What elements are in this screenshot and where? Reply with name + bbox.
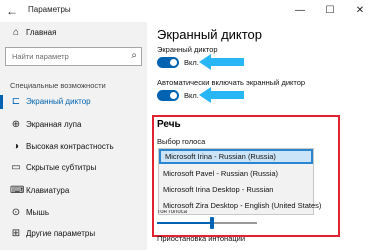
magnifier-icon: ⊕ xyxy=(11,119,21,130)
slider-fill xyxy=(157,222,212,224)
narrator-icon: ⊏ xyxy=(11,96,21,107)
sidebar-item-other[interactable]: ⊞ Другие параметры xyxy=(0,227,147,241)
search-placeholder: Найти параметр xyxy=(12,52,69,61)
sidebar-item-label: Клавиатура xyxy=(26,186,70,195)
sidebar-item-magnifier[interactable]: ⊕ Экранная лупа xyxy=(0,118,147,132)
minimize-icon[interactable]: — xyxy=(285,0,315,22)
sidebar-item-label: Экранная лупа xyxy=(26,120,82,129)
pointer-arrow-icon xyxy=(199,87,244,103)
pointer-arrow-icon xyxy=(199,54,244,70)
sidebar-item-home[interactable]: ⌂ Главная xyxy=(0,26,147,40)
sidebar: ⌂ Главная Найти параметр ⌕ Специальные в… xyxy=(0,22,147,250)
voice-select-label: Выбор голоса xyxy=(157,137,206,146)
voice-option[interactable]: Microsoft Irina - Russian (Russia) xyxy=(159,149,313,164)
sidebar-item-label: Высокая контрастность xyxy=(26,142,114,151)
intonation-label: Приостановка интонации xyxy=(157,234,246,243)
sidebar-item-mouse[interactable]: ⊙ Мышь xyxy=(0,206,147,220)
narrator-toggle-state: Вкл. xyxy=(184,58,199,67)
voice-dropdown-list[interactable]: Microsoft Irina - Russian (Russia) Micro… xyxy=(158,148,321,215)
narrator-toggle[interactable] xyxy=(157,57,179,68)
title-bar: ← Параметры — ☐ ✕ xyxy=(0,0,375,22)
search-icon[interactable]: ⌕ xyxy=(131,50,137,61)
page-title: Экранный диктор xyxy=(157,27,263,42)
toggle-knob xyxy=(170,59,177,66)
toggle-knob xyxy=(170,92,177,99)
main-pane: Экранный диктор Экранный диктор Вкл. Авт… xyxy=(147,22,375,250)
auto-start-toggle-state: Вкл. xyxy=(184,91,199,100)
sidebar-item-label: Главная xyxy=(26,28,57,37)
active-indicator xyxy=(0,95,3,109)
sidebar-item-label: Скрытые субтитры xyxy=(26,163,97,172)
other-settings-icon: ⊞ xyxy=(11,228,21,239)
sidebar-item-captions[interactable]: ▭ Скрытые субтитры xyxy=(0,161,147,175)
pitch-label: Тон голоса xyxy=(157,210,188,215)
pitch-slider[interactable] xyxy=(157,217,257,229)
captions-icon: ▭ xyxy=(11,162,21,173)
search-input[interactable]: Найти параметр ⌕ xyxy=(5,47,142,66)
voice-option[interactable]: Microsoft Irina Desktop - Russian xyxy=(159,182,313,197)
contrast-icon: ◑ xyxy=(12,141,20,152)
auto-start-toggle[interactable] xyxy=(157,90,179,101)
section-label: Специальные возможности xyxy=(10,81,106,90)
speech-heading: Речь xyxy=(157,119,181,130)
voice-option[interactable]: Microsoft Pavel - Russian (Russia) xyxy=(159,166,313,181)
close-icon[interactable]: ✕ xyxy=(345,0,375,22)
sidebar-item-label: Мышь xyxy=(26,208,49,217)
home-icon: ⌂ xyxy=(12,27,20,38)
maximize-icon[interactable]: ☐ xyxy=(315,0,345,22)
sidebar-item-label: Экранный диктор xyxy=(26,97,91,106)
slider-thumb[interactable] xyxy=(210,217,214,229)
keyboard-icon: ⌨ xyxy=(10,185,25,196)
sidebar-item-high-contrast[interactable]: ◑ Высокая контрастность xyxy=(0,140,147,154)
sidebar-item-narrator[interactable]: ⊏ Экранный диктор xyxy=(0,95,147,109)
window-title: Параметры xyxy=(28,5,71,14)
back-arrow-icon[interactable]: ← xyxy=(4,3,20,19)
sidebar-item-label: Другие параметры xyxy=(26,229,96,238)
mouse-icon: ⊙ xyxy=(11,207,21,218)
sidebar-item-keyboard[interactable]: ⌨ Клавиатура xyxy=(0,184,147,198)
